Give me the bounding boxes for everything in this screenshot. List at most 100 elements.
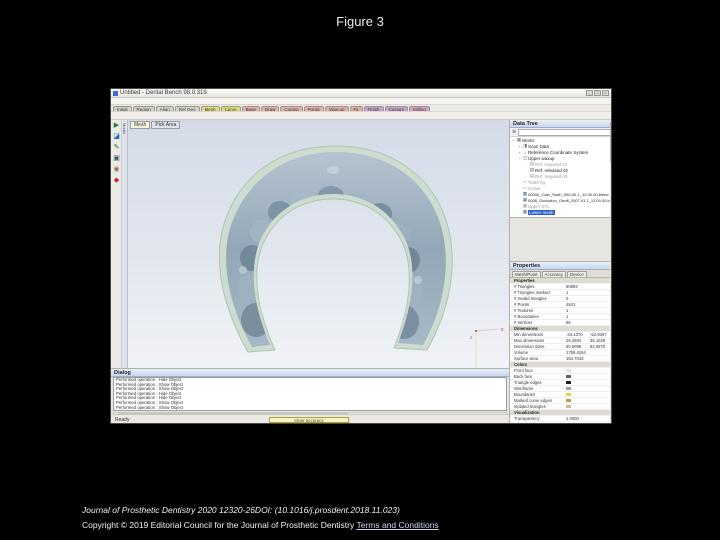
window-titlebar[interactable]: Untitled - Dental Bench 98.0.319 _ □ × [111,89,611,98]
property-label: Colors [514,362,528,367]
tree-item-label: Ref. required 01 [535,161,568,167]
tree-item-label: Ref. released 02 [535,167,569,173]
color-swatch [566,399,571,402]
tab-mesh[interactable]: Mesh [130,121,151,129]
axis-indicator: x z [470,327,504,368]
property-row: Triangle edges ☐ [510,422,611,423]
property-label: # Points [514,302,530,307]
color-swatch [566,333,571,336]
plane-icon[interactable]: ◪ [111,131,122,142]
property-label: Dimension sizes [514,344,545,349]
property-label: Volume [514,350,528,355]
application-window: Untitled - Dental Bench 98.0.319 _ □ × F… [110,88,612,424]
property-label: Triangle edges [514,380,542,385]
tree-item-label: Upper waxup [528,155,555,161]
tree-item-label: Scan Data [528,143,550,149]
property-label: # Textures [514,308,534,313]
tab-device[interactable]: Device [567,271,587,277]
collapsed-panel-label: Model [122,123,127,134]
window-title: Untitled - Dental Bench 98.0.319 [120,90,207,96]
side-toolbar: ▶ ◪ ✎ ▣ ◉ ◆ [111,120,122,368]
property-label: Isolated triangles [514,404,546,409]
tree-item-label: Curve [528,185,541,191]
log-row[interactable]: Performed operation : Show Object [114,405,506,410]
color-swatch [566,279,571,282]
property-label: Min dimensions [514,332,544,337]
property-label: Max dimensions [514,338,545,343]
pointer-icon[interactable]: ▶ [111,120,122,131]
color-swatch [566,411,571,414]
citation-copyright: Copyright © 2019 Editorial Council for t… [82,519,357,530]
tree-search-input[interactable] [518,128,611,136]
citation-block: Journal of Prosthetic Dentistry 2020 123… [82,503,682,532]
property-label: Front face [514,368,533,373]
viewport-3d[interactable]: Mesh Pick Area x z [128,120,509,368]
status-bar: Ready Inner accuracy [111,414,509,423]
property-label: Back face [514,374,533,379]
property-label: Visualization [514,410,540,415]
tree-item-label: Upper STL [528,203,550,209]
viewport-tabs: Mesh Pick Area [130,121,181,129]
cube-icon[interactable]: ▣ [111,153,122,164]
tab-accuracy[interactable]: Accuracy [541,271,567,277]
color-swatch [566,327,571,330]
property-label: Transparency [514,416,540,421]
tree-item-label: 0008_Occlusion_Geoff_2007.01 1_12.00.00.… [528,197,612,203]
minimize-icon[interactable]: _ [586,90,593,96]
right-panel: Data Tree ⊕ − ▦ World + ◨ Scan Data + ⌂ … [509,120,612,423]
color-swatch [566,375,571,378]
property-value2: 62.0870 [590,344,606,349]
log-list: Performed operation : Hide Object Perform… [113,377,507,411]
status-badge: Inner accuracy [269,417,349,423]
panel-splitter[interactable] [510,218,611,262]
property-label: Properties [514,278,535,283]
slide: Figure 3 Untitled - Dental Bench 98.0.31… [0,0,720,540]
axis-z-label: z [470,335,473,341]
color-swatch [566,369,571,372]
color-swatch [566,405,571,408]
property-label: Dimensions [514,326,538,331]
app-icon [113,90,118,96]
property-label: # Invalid triangles [514,296,547,301]
tree-item[interactable]: ▦ Lower mesh [510,209,611,215]
color-swatch [566,357,571,360]
property-label: Wireframe [514,386,534,391]
dental-arch-model[interactable]: x z [128,120,509,368]
magnet-icon[interactable]: ◆ [111,175,122,186]
main-toolbar: □▤▦≡↶↷◇◎⊕⊖⊞▣ [111,112,611,127]
color-swatch [566,297,571,300]
tree-item-label: 00000_Cast_Tooth_000-00-1_12.00.00.blend… [528,191,612,197]
color-swatch [566,303,571,306]
property-label: # Boundaries [514,314,539,319]
color-swatch [566,309,571,312]
tab-pick-area[interactable]: Pick Area [151,121,181,129]
properties-header: Properties [510,262,611,270]
log-header: Dialog [111,369,509,377]
property-grid: Properties # Triangles 90893 # Triangles… [510,278,611,423]
color-swatch [566,285,571,288]
property-label: # Triangles [514,284,535,289]
terms-link[interactable]: Terms and Conditions [356,520,438,530]
property-value2: 35.1028 [590,338,606,343]
tree-item-label: Tooth fig [528,179,546,185]
menu-bar: FileEditViewPoint CloudClipMeshFixSurfac… [111,98,611,105]
data-tree-header: Data Tree [510,120,611,128]
tab-mesh-point[interactable]: Mesh/Point [512,271,541,277]
pencil-icon[interactable]: ✎ [111,142,122,153]
tree-item-label: World [522,137,534,143]
tree-item-label: Ref. required 03 [535,173,568,179]
color-swatch [566,345,571,348]
property-label: # Triangles marked [514,290,550,295]
color-swatch [566,315,571,318]
properties-scrollbar[interactable] [610,120,611,423]
hand-icon[interactable]: ◉ [111,164,122,175]
search-icon: ⊕ [512,129,517,135]
close-icon[interactable]: × [602,90,609,96]
citation-line2: Copyright © 2019 Editorial Council for t… [82,518,682,533]
maximize-icon[interactable]: □ [594,90,601,96]
status-ready-text: Ready [115,417,130,423]
tree-item-label: Lower mesh [528,209,555,215]
color-swatch [566,321,571,324]
workflow-tab-strip: Initial Region Align Ref Geo Mesh Curve Base Dr… [111,105,611,112]
property-value2: -52.9367 [590,332,607,337]
